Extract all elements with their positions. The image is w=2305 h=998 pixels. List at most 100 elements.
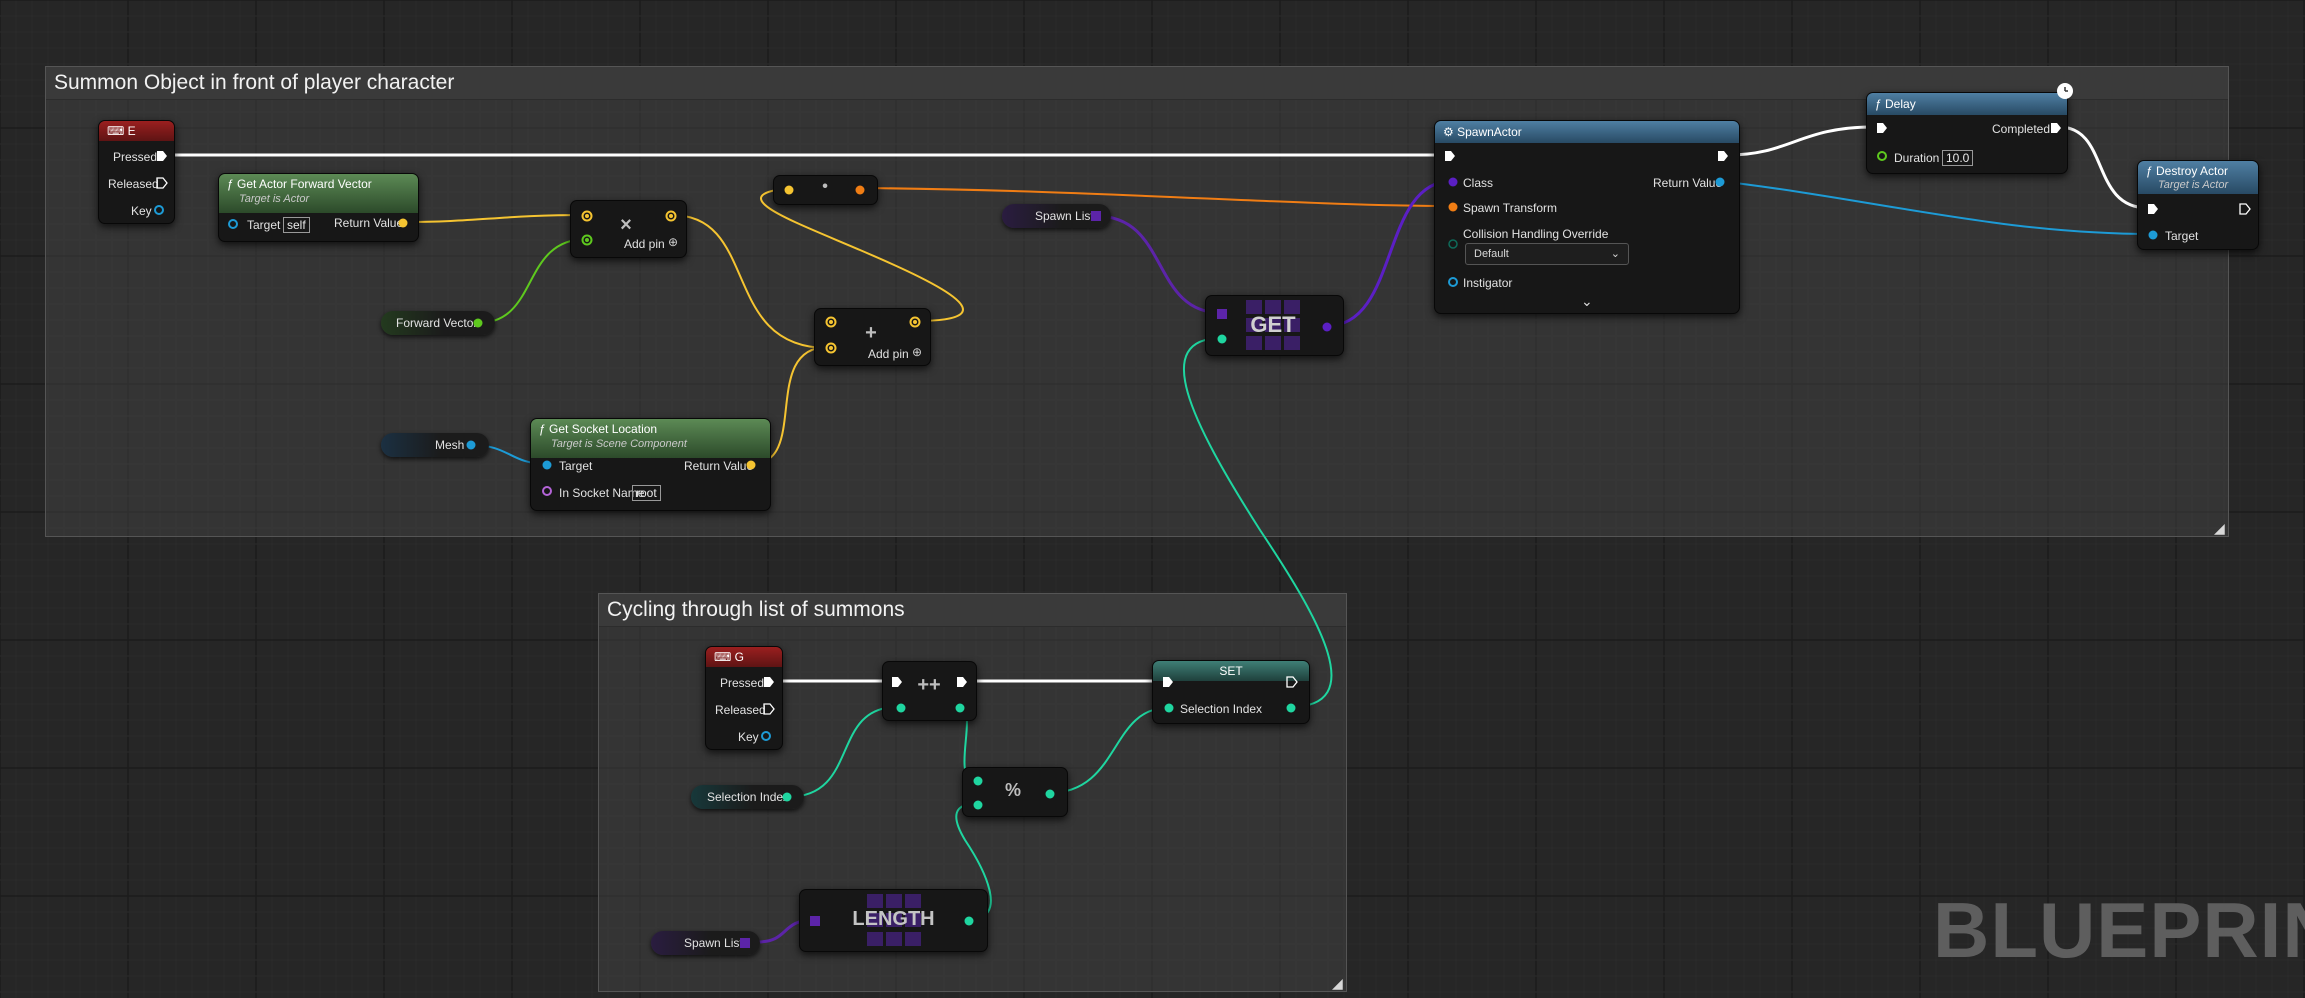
modulo-output-pin[interactable] [1044, 788, 1056, 800]
add-input-b-pin[interactable] [825, 342, 837, 354]
dot-output-pin[interactable] [854, 184, 866, 196]
forward-vector-out-pin[interactable] [472, 317, 484, 329]
wire-int-selection-to-increment[interactable] [787, 706, 898, 798]
destroy-actor-node[interactable]: ƒ Destroy Actor Target is Actor Target [2137, 160, 2259, 250]
exec-output-pin[interactable] [956, 676, 968, 688]
class-input-pin[interactable] [1447, 176, 1459, 188]
selection-index-output-pin[interactable] [1285, 702, 1297, 714]
get-array-input-pin[interactable] [1216, 308, 1228, 320]
target-input-pin[interactable] [541, 459, 553, 471]
increment-input-pin[interactable] [895, 702, 907, 714]
array-length-node[interactable]: LENGTH [799, 889, 988, 952]
multiply-output-pin[interactable] [665, 210, 677, 222]
exec-out-pin-released[interactable] [763, 703, 775, 715]
wire-array-spawnlist-to-get[interactable] [1095, 214, 1223, 315]
multiply-input-a-pin[interactable] [581, 210, 593, 222]
event-e-node[interactable]: ⌨ E Pressed Released Key [98, 120, 175, 224]
dot-input-pin[interactable] [783, 184, 795, 196]
modulo-input-b-pin[interactable] [972, 799, 984, 811]
exec-input-pin[interactable] [1444, 150, 1456, 162]
wire-object-return-to-destroy[interactable] [1718, 180, 2153, 235]
get-index-input-pin[interactable] [1216, 333, 1228, 345]
return-value-pin[interactable] [1714, 176, 1726, 188]
wire-vector-forward-to-multiply[interactable] [402, 214, 588, 223]
exec-output-pin[interactable] [1286, 676, 1298, 688]
selection-index-input-pin[interactable] [1163, 702, 1175, 714]
get-output-pin[interactable] [1321, 321, 1333, 333]
forward-vector-variable[interactable]: Forward Vector [381, 311, 495, 335]
exec-input-pin[interactable] [2147, 203, 2159, 215]
instigator-pin[interactable] [1447, 276, 1459, 288]
socket-name-pin[interactable] [541, 485, 553, 497]
add-pin-icon[interactable]: ⊕ [668, 235, 678, 249]
add-vector-node[interactable]: + Add pin ⊕ [814, 308, 931, 366]
node-header[interactable]: ƒ Get Actor Forward Vector Target is Acto… [219, 174, 418, 213]
modulo-input-a-pin[interactable] [972, 775, 984, 787]
target-input-pin[interactable] [227, 218, 239, 230]
length-output-pin[interactable] [963, 915, 975, 927]
spawn-list-out-pin[interactable] [739, 937, 751, 949]
wire-int-set-to-get[interactable] [1182, 337, 1333, 708]
delay-node[interactable]: ƒ Delay Completed Duration 10.0 [1866, 92, 2068, 174]
exec-output-pin[interactable] [1717, 150, 1729, 162]
selection-index-variable[interactable]: Selection Index [691, 785, 804, 809]
add-output-pin[interactable] [909, 316, 921, 328]
event-g-node[interactable]: ⌨ G Pressed Released Key [705, 646, 783, 750]
return-value-pin[interactable] [397, 217, 409, 229]
spawn-list-out-pin[interactable] [1090, 210, 1102, 222]
wire-vector-add-to-dot[interactable] [760, 187, 964, 322]
add-input-a-pin[interactable] [825, 316, 837, 328]
array-get-node[interactable]: GET [1205, 295, 1344, 356]
key-struct-pin[interactable] [760, 730, 772, 742]
node-header[interactable]: ƒ Get Socket Location Target is Scene Com… [531, 419, 770, 458]
get-actor-forward-vector-node[interactable]: ƒ Get Actor Forward Vector Target is Acto… [218, 173, 419, 242]
exec-out-pin-pressed[interactable] [156, 150, 168, 162]
wire-vector-multiply-to-add[interactable] [671, 214, 829, 349]
blueprint-editor[interactable]: Summon Object in front of player charact… [0, 0, 2305, 998]
set-selection-index-node[interactable]: SET Selection Index [1152, 660, 1310, 724]
wire-exec-delay-to-destroy[interactable] [2058, 125, 2149, 210]
increment-output-pin[interactable] [954, 702, 966, 714]
spawn-list-variable[interactable]: Spawn List [651, 931, 760, 955]
exec-input-pin[interactable] [1876, 122, 1888, 134]
node-header[interactable]: ⚙ SpawnActor [1435, 121, 1739, 143]
exec-output-pin[interactable] [2239, 203, 2251, 215]
length-array-input-pin[interactable] [809, 915, 821, 927]
mesh-out-pin[interactable] [465, 439, 477, 451]
exec-out-pin-released[interactable] [156, 177, 168, 189]
collision-pin[interactable] [1447, 238, 1459, 250]
duration-pin[interactable] [1876, 150, 1888, 162]
socket-name-value[interactable]: root [632, 485, 661, 501]
spawn-actor-node[interactable]: ⚙ SpawnActor Class Return Value Spawn Tr… [1434, 120, 1740, 314]
completed-exec-pin[interactable] [2050, 122, 2062, 134]
wire-exec-spawn-to-delay[interactable] [1727, 125, 1874, 157]
add-pin-label[interactable]: Add pin [868, 347, 909, 361]
wire-transform-dot-to-spawn[interactable] [859, 187, 1453, 207]
get-socket-location-node[interactable]: ƒ Get Socket Location Target is Scene Com… [530, 418, 771, 511]
dot-product-node[interactable]: • [773, 175, 878, 205]
increment-node[interactable]: ++ [882, 661, 977, 721]
node-header[interactable]: ƒ Delay [1867, 93, 2067, 115]
duration-value[interactable]: 10.0 [1942, 150, 1974, 166]
mesh-variable[interactable]: Mesh [381, 433, 489, 457]
chevron-down-icon[interactable]: ⌄ [1581, 293, 1593, 310]
key-struct-pin[interactable] [153, 204, 165, 216]
collision-dropdown[interactable]: Default ⌄ [1465, 243, 1629, 265]
node-header[interactable]: ƒ Destroy Actor Target is Actor [2138, 161, 2258, 194]
target-input-pin[interactable] [2147, 229, 2159, 241]
selection-index-out-pin[interactable] [781, 791, 793, 803]
exec-input-pin[interactable] [1162, 676, 1174, 688]
spawn-transform-pin[interactable] [1447, 201, 1459, 213]
return-value-pin[interactable] [745, 459, 757, 471]
exec-out-pin-pressed[interactable] [763, 676, 775, 688]
exec-input-pin[interactable] [891, 676, 903, 688]
spawn-list-variable[interactable]: Spawn List [1002, 204, 1111, 228]
multiply-input-b-pin[interactable] [581, 234, 593, 246]
node-header[interactable]: ⌨ E [99, 121, 174, 141]
modulo-node[interactable]: % [962, 767, 1068, 817]
multiply-vector-node[interactable]: × Add pin ⊕ [570, 200, 687, 258]
add-pin-label[interactable]: Add pin [624, 237, 665, 251]
target-default-value[interactable]: self [283, 217, 310, 233]
node-header[interactable]: ⌨ G [706, 647, 782, 667]
add-pin-icon[interactable]: ⊕ [912, 345, 922, 359]
